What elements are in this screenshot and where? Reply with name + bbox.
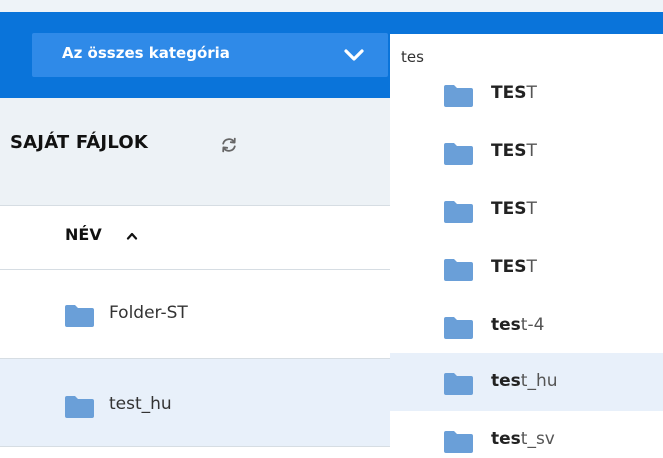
- file-list-panel: SAJÁT FÁJLOK NÉV Folder-ST test_hu: [0, 98, 390, 458]
- search-result-rest: T: [526, 199, 537, 219]
- chevron-up-icon: [126, 232, 138, 240]
- category-dropdown[interactable]: Az összes kategória: [32, 33, 388, 77]
- file-name: test_hu: [109, 394, 172, 414]
- search-result-match: tes: [491, 429, 521, 449]
- column-header-name[interactable]: NÉV: [0, 206, 390, 270]
- search-result-match: TES: [491, 199, 527, 219]
- folder-icon: [65, 305, 94, 327]
- search-input[interactable]: [390, 34, 663, 79]
- search-result-label: test-4: [491, 315, 544, 335]
- search-result-item[interactable]: TEST: [390, 239, 663, 297]
- search-result-match: TES: [491, 141, 527, 161]
- chevron-down-icon: [344, 49, 364, 61]
- search-result-rest: T: [526, 83, 537, 103]
- search-result-label: test_sv: [491, 429, 555, 449]
- folder-icon: [444, 143, 473, 165]
- folder-icon: [444, 85, 473, 107]
- top-strip: [0, 0, 663, 12]
- section-header: SAJÁT FÁJLOK: [0, 98, 390, 206]
- search-result-item[interactable]: test_sv: [390, 411, 663, 458]
- search-result-rest: t_hu: [520, 371, 558, 391]
- table-row-selected[interactable]: test_hu: [0, 359, 390, 447]
- search-result-match: TES: [491, 83, 527, 103]
- search-result-item[interactable]: test-4: [390, 297, 663, 355]
- search-result-item[interactable]: TEST: [390, 79, 663, 123]
- search-result-label: TEST: [491, 199, 537, 219]
- search-result-match: TES: [491, 257, 527, 277]
- category-dropdown-label: Az összes kategória: [62, 44, 230, 62]
- search-result-match: tes: [491, 315, 521, 335]
- search-result-rest: T: [526, 141, 537, 161]
- folder-icon: [65, 396, 94, 418]
- app-window: Az összes kategória SAJÁT FÁJLOK NÉV: [0, 0, 663, 458]
- search-result-label: TEST: [491, 141, 537, 161]
- search-result-item-highlighted[interactable]: test_hu: [390, 353, 663, 411]
- search-result-item[interactable]: TEST: [390, 123, 663, 181]
- column-header-label: NÉV: [65, 225, 102, 244]
- search-result-rest: t-4: [520, 315, 545, 335]
- page-title: SAJÁT FÁJLOK: [10, 132, 149, 153]
- search-result-item[interactable]: TEST: [390, 181, 663, 239]
- search-result-rest: T: [526, 257, 537, 277]
- refresh-icon[interactable]: [220, 136, 238, 154]
- search-result-label: TEST: [491, 257, 537, 277]
- search-result-label: TEST: [491, 83, 537, 103]
- table-row[interactable]: Folder-ST: [0, 270, 390, 359]
- folder-icon: [444, 259, 473, 281]
- folder-icon: [444, 317, 473, 339]
- folder-icon: [444, 201, 473, 223]
- search-result-label: test_hu: [491, 371, 558, 391]
- folder-icon: [444, 431, 473, 453]
- search-results-dropdown: TEST TEST TEST TEST test-4 test_hu test_…: [390, 79, 663, 458]
- file-name: Folder-ST: [109, 303, 188, 323]
- folder-icon: [444, 373, 473, 395]
- search-result-rest: t_sv: [520, 429, 555, 449]
- search-result-match: tes: [491, 371, 521, 391]
